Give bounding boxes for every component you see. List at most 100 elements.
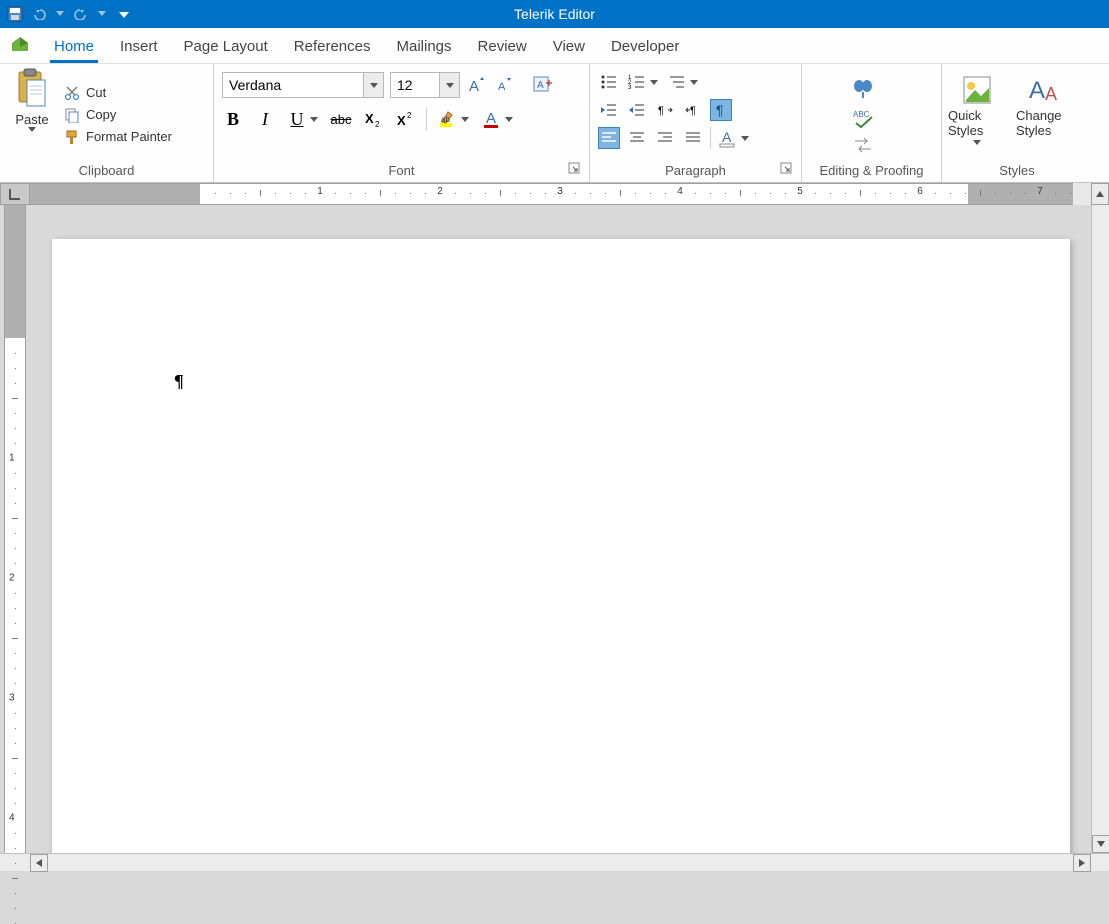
grow-font-button[interactable]: A [466, 74, 488, 96]
tab-references[interactable]: References [290, 32, 375, 63]
align-justify-button[interactable] [682, 127, 704, 149]
ribbon: Paste Cut Copy Format Painter Clipboard [0, 64, 1109, 183]
replace-icon[interactable] [852, 136, 874, 158]
svg-text:2: 2 [375, 120, 380, 127]
svg-text:X: X [365, 111, 374, 126]
ruler-h-number: 6 [917, 186, 923, 197]
ruler-v-number: 4 [9, 813, 15, 824]
tab-view[interactable]: View [549, 32, 589, 63]
cut-button[interactable]: Cut [64, 85, 172, 101]
document-viewport[interactable]: ¶ [30, 205, 1091, 853]
group-paragraph: 123 ¶ ¶ ¶ A Pa [590, 64, 802, 182]
show-marks-button[interactable]: ¶ [710, 99, 732, 121]
svg-text:A: A [469, 78, 479, 94]
cut-label: Cut [86, 85, 106, 100]
number-list-dropdown-icon[interactable] [648, 80, 660, 85]
underline-dropdown-icon[interactable] [308, 117, 320, 122]
font-size-combo[interactable]: 12 [390, 72, 460, 98]
ruler-corner-icon[interactable] [0, 183, 30, 205]
subscript-button[interactable]: X2 [362, 108, 384, 130]
redo-dropdown-icon[interactable] [96, 5, 108, 23]
save-icon[interactable] [6, 5, 24, 23]
paragraph-dialog-launcher-icon[interactable] [779, 162, 793, 176]
vertical-ruler[interactable]: 1234 [4, 205, 26, 853]
svg-text:¶: ¶ [658, 105, 664, 117]
svg-text:3: 3 [628, 85, 632, 90]
chevron-down-icon[interactable] [363, 73, 383, 97]
find-icon[interactable] [852, 78, 874, 100]
change-styles-button[interactable]: AA Change Styles [1016, 74, 1074, 138]
font-color-button[interactable]: A [481, 108, 503, 130]
decrease-indent-button[interactable] [598, 99, 620, 121]
highlight-button[interactable]: ab [437, 108, 459, 130]
qat-customize-icon[interactable] [118, 5, 130, 23]
document-page[interactable]: ¶ [52, 239, 1070, 853]
paste-dropdown-icon[interactable] [26, 127, 38, 132]
group-styles: Quick Styles AA Change Styles Styles [942, 64, 1092, 182]
ruler-top-margin [5, 205, 25, 338]
horizontal-ruler-bar: 1234567 [0, 183, 1109, 205]
multilevel-list-button[interactable] [666, 71, 688, 93]
svg-text:A: A [498, 81, 506, 93]
vertical-scrollbar[interactable] [1091, 205, 1109, 853]
quick-styles-dropdown-icon[interactable] [971, 140, 983, 145]
highlight-dropdown-icon[interactable] [459, 117, 471, 122]
font-size-value: 12 [391, 77, 439, 93]
strikethrough-button[interactable]: abc [330, 108, 352, 130]
shading-dropdown-icon[interactable] [739, 136, 751, 141]
undo-icon[interactable] [30, 5, 48, 23]
ltr-button[interactable]: ¶ [654, 99, 676, 121]
tab-page-layout[interactable]: Page Layout [180, 32, 272, 63]
italic-button[interactable]: I [254, 108, 276, 130]
number-list-button[interactable]: 123 [626, 71, 648, 93]
underline-button[interactable]: U [286, 108, 308, 130]
scroll-down-button[interactable] [1092, 835, 1109, 853]
tab-mailings[interactable]: Mailings [393, 32, 456, 63]
paragraph-group-label: Paragraph [596, 161, 795, 178]
increase-indent-button[interactable] [626, 99, 648, 121]
paste-icon [15, 68, 49, 110]
quick-styles-icon [961, 74, 993, 106]
align-left-button[interactable] [598, 127, 620, 149]
scroll-up-button[interactable] [1091, 183, 1109, 205]
redo-icon[interactable] [72, 5, 90, 23]
chevron-down-icon[interactable] [439, 73, 459, 97]
bullet-list-button[interactable] [598, 71, 620, 93]
clipboard-group-label: Clipboard [6, 161, 207, 178]
undo-dropdown-icon[interactable] [54, 5, 66, 23]
horizontal-ruler[interactable]: 1234567 [30, 183, 1073, 205]
shrink-font-button[interactable]: A [494, 74, 516, 96]
clear-formatting-button[interactable]: A [532, 74, 554, 96]
align-right-button[interactable] [654, 127, 676, 149]
copy-button[interactable]: Copy [64, 107, 172, 123]
format-painter-button[interactable]: Format Painter [64, 129, 172, 145]
font-dialog-launcher-icon[interactable] [567, 162, 581, 176]
paste-button[interactable]: Paste [6, 68, 58, 161]
font-color-dropdown-icon[interactable] [503, 117, 515, 122]
shading-button[interactable]: A [717, 127, 739, 149]
tab-review[interactable]: Review [474, 32, 531, 63]
horizontal-scrollbar[interactable] [0, 853, 1109, 871]
paragraph-mark-icon: ¶ [174, 371, 184, 392]
ruler-h-number: 5 [797, 186, 803, 197]
app-icon[interactable] [8, 33, 32, 57]
quick-styles-button[interactable]: Quick Styles [948, 74, 1006, 145]
superscript-button[interactable]: X2 [394, 108, 416, 130]
document-area: 1234 ¶ [0, 205, 1109, 853]
multilevel-dropdown-icon[interactable] [688, 80, 700, 85]
window-title: Telerik Editor [514, 6, 595, 22]
svg-text:X: X [397, 113, 406, 127]
tab-home[interactable]: Home [50, 32, 98, 63]
align-center-button[interactable] [626, 127, 648, 149]
scroll-right-button[interactable] [1073, 854, 1091, 872]
scroll-left-button[interactable] [30, 854, 48, 872]
spellcheck-icon[interactable]: ABC [852, 107, 874, 129]
bold-button[interactable]: B [222, 108, 244, 130]
rtl-button[interactable]: ¶ [682, 99, 704, 121]
font-name-value: Verdana [223, 77, 363, 93]
tab-developer[interactable]: Developer [607, 32, 683, 63]
copy-icon [64, 107, 80, 123]
font-name-combo[interactable]: Verdana [222, 72, 384, 98]
svg-text:ABC: ABC [853, 110, 870, 119]
tab-insert[interactable]: Insert [116, 32, 162, 63]
